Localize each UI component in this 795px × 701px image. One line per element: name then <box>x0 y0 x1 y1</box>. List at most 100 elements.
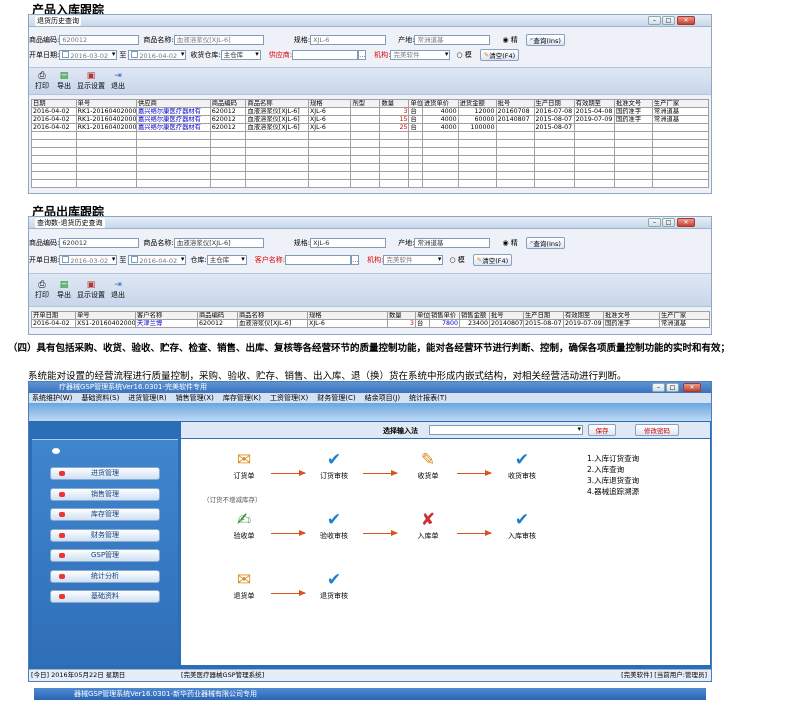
radio-exact[interactable]: ◉ 精 <box>502 238 517 248</box>
column-header[interactable]: 剂型 <box>350 99 381 108</box>
date-from-input[interactable]: 2016-03-02 <box>59 49 118 60</box>
table-row[interactable]: 2016-04-02 RK1-201604020003 嘉兴络尔康医疗器材有 6200… <box>31 107 710 116</box>
menu-item[interactable]: 工资管理(X) <box>270 393 308 403</box>
customer-lookup-button[interactable]: … <box>351 254 360 265</box>
link-inbound-return-query[interactable]: 3.入库退货查询 <box>587 475 639 486</box>
warehouse-select[interactable]: 主仓库 <box>206 254 247 265</box>
menu-item[interactable]: 进货管理(R) <box>128 393 166 403</box>
column-header[interactable]: 批准文号 <box>613 99 653 108</box>
minimize-button[interactable]: – <box>652 383 665 392</box>
display-settings-button[interactable]: ▣ 显示设置 <box>77 71 105 91</box>
flow-order[interactable]: ✉ 订货单 <box>219 449 269 481</box>
column-header[interactable]: 单号 <box>75 99 137 108</box>
flow-stock-in[interactable]: ✘ 入库单 <box>403 509 453 541</box>
flow-receive-review[interactable]: ✔ 收货审核 <box>497 449 547 481</box>
column-header[interactable]: 批号 <box>495 99 535 108</box>
column-header[interactable]: 规格 <box>307 311 388 320</box>
flow-stock-in-review[interactable]: ✔ 入库审核 <box>497 509 547 541</box>
checkbox[interactable] <box>62 255 70 263</box>
column-header[interactable]: 数量 <box>387 311 416 320</box>
column-header[interactable]: 商品编码 <box>197 311 238 320</box>
column-header[interactable]: 商品编码 <box>209 99 247 108</box>
supplier-lookup-button[interactable]: … <box>358 49 367 60</box>
query-button[interactable]: ⌕ 查询(Ins) <box>525 33 565 46</box>
minimize-button[interactable]: – <box>648 218 661 227</box>
menu-item[interactable]: 销售管理(X) <box>176 393 214 403</box>
flow-return[interactable]: ✉ 退货单 <box>219 569 269 601</box>
column-header[interactable]: 供应商 <box>135 99 211 108</box>
column-header[interactable]: 进货单价 <box>421 99 459 108</box>
link-inbound-order-query[interactable]: 1.入库订货查询 <box>587 453 639 464</box>
exit-button[interactable]: ⇥ 退出 <box>107 280 129 300</box>
origin-input[interactable]: 常洲道基 <box>414 237 491 248</box>
column-header[interactable]: 单位 <box>415 311 430 320</box>
export-button[interactable]: ▤ 导出 <box>53 71 75 91</box>
spec-input[interactable]: XJL-6 <box>310 237 387 248</box>
org-select[interactable]: 完美软件 <box>383 254 444 265</box>
sidebar-item[interactable]: 统计分析 <box>50 569 160 583</box>
column-header[interactable]: 商品名称 <box>245 99 309 108</box>
minimize-button[interactable]: – <box>648 16 661 25</box>
code-input[interactable]: 620012 <box>59 34 140 45</box>
close-button[interactable]: ✕ <box>683 383 701 392</box>
column-header[interactable]: 数量 <box>379 99 410 108</box>
supplier-input[interactable] <box>292 49 359 60</box>
column-header[interactable]: 日期 <box>31 99 77 108</box>
print-button[interactable]: ⎙ 打印 <box>31 71 53 91</box>
input-method-select[interactable] <box>429 425 583 435</box>
menu-item[interactable]: 财务管理(C) <box>317 393 355 403</box>
date-to-input[interactable]: 2016-04-02 <box>128 254 187 265</box>
radio-fuzzy[interactable]: ○ 模 <box>456 50 471 60</box>
sidebar-item[interactable]: 进货管理 <box>50 467 160 480</box>
column-header[interactable]: 销售金额 <box>459 311 490 320</box>
flow-return-review[interactable]: ✔ 退货审核 <box>309 569 359 601</box>
column-header[interactable]: 销售单价 <box>429 311 460 320</box>
sidebar-item[interactable]: GSP管理 <box>50 549 160 562</box>
clear-button[interactable]: ✎ 清空(F4) <box>479 48 520 61</box>
menu-item[interactable]: 库存管理(K) <box>223 393 261 403</box>
maximize-button[interactable]: □ <box>662 16 675 25</box>
column-header[interactable]: 批号 <box>489 311 524 320</box>
flow-receive[interactable]: ✎ 收货单 <box>403 449 453 481</box>
column-header[interactable]: 生产日期 <box>523 311 564 320</box>
change-password-button[interactable]: 修改密码 <box>635 424 679 436</box>
column-header[interactable]: 生产厂家 <box>651 99 710 108</box>
date-to-input[interactable]: 2016-04-02 <box>128 49 187 60</box>
print-button[interactable]: ⎙ 打印 <box>31 280 53 300</box>
origin-input[interactable]: 常洲道基 <box>414 34 491 45</box>
close-button[interactable]: ✕ <box>677 16 695 25</box>
name-input[interactable]: 血液溶浆仪[XJL-6] <box>173 34 264 45</box>
save-button[interactable]: 保存 <box>588 424 616 436</box>
menu-item[interactable]: 统计报表(T) <box>409 393 447 403</box>
flow-order-review[interactable]: ✔ 订货审核 <box>309 449 359 481</box>
flow-inspect-review[interactable]: ✔ 验收审核 <box>309 509 359 541</box>
column-header[interactable]: 生产厂家 <box>659 311 710 320</box>
column-header[interactable]: 客户名称 <box>135 311 198 320</box>
maximize-button[interactable]: □ <box>666 383 679 392</box>
spec-input[interactable]: XJL-6 <box>310 34 387 45</box>
checkbox[interactable] <box>131 255 139 263</box>
sidebar-item[interactable]: 库存管理 <box>50 508 160 521</box>
radio-exact[interactable]: ◉ 精 <box>502 35 517 45</box>
org-select[interactable]: 完美软件 <box>390 49 451 60</box>
column-header[interactable]: 单位 <box>408 99 423 108</box>
customer-input[interactable] <box>285 254 352 265</box>
column-header[interactable]: 批准文号 <box>603 311 660 320</box>
link-device-trace[interactable]: 4.器械追踪溯源 <box>587 486 639 497</box>
link-inbound-query[interactable]: 2.入库查询 <box>587 464 639 475</box>
radio-fuzzy[interactable]: ○ 模 <box>449 255 464 265</box>
date-from-input[interactable]: 2016-03-02 <box>59 254 118 265</box>
checkbox[interactable] <box>62 50 70 58</box>
menu-item[interactable]: 系统维护(W) <box>32 393 72 403</box>
column-header[interactable]: 商品名称 <box>237 311 308 320</box>
table-row[interactable]: 2016-04-02 RK1-201604020002 嘉兴络尔康医疗器材有 6200… <box>31 115 710 124</box>
checkbox[interactable] <box>131 50 139 58</box>
column-header[interactable]: 规格 <box>307 99 352 108</box>
display-settings-button[interactable]: ▣ 显示设置 <box>77 280 105 300</box>
clear-button[interactable]: ✎ 清空(F4) <box>472 253 513 266</box>
flow-inspect[interactable]: ✍ 验收单 <box>219 509 269 541</box>
name-input[interactable]: 血液溶浆仪[XJL-6] <box>173 237 264 248</box>
sidebar-item[interactable]: 基础资料 <box>50 590 160 603</box>
sidebar-item[interactable]: 销售管理 <box>50 487 160 501</box>
export-button[interactable]: ▤ 导出 <box>53 280 75 300</box>
